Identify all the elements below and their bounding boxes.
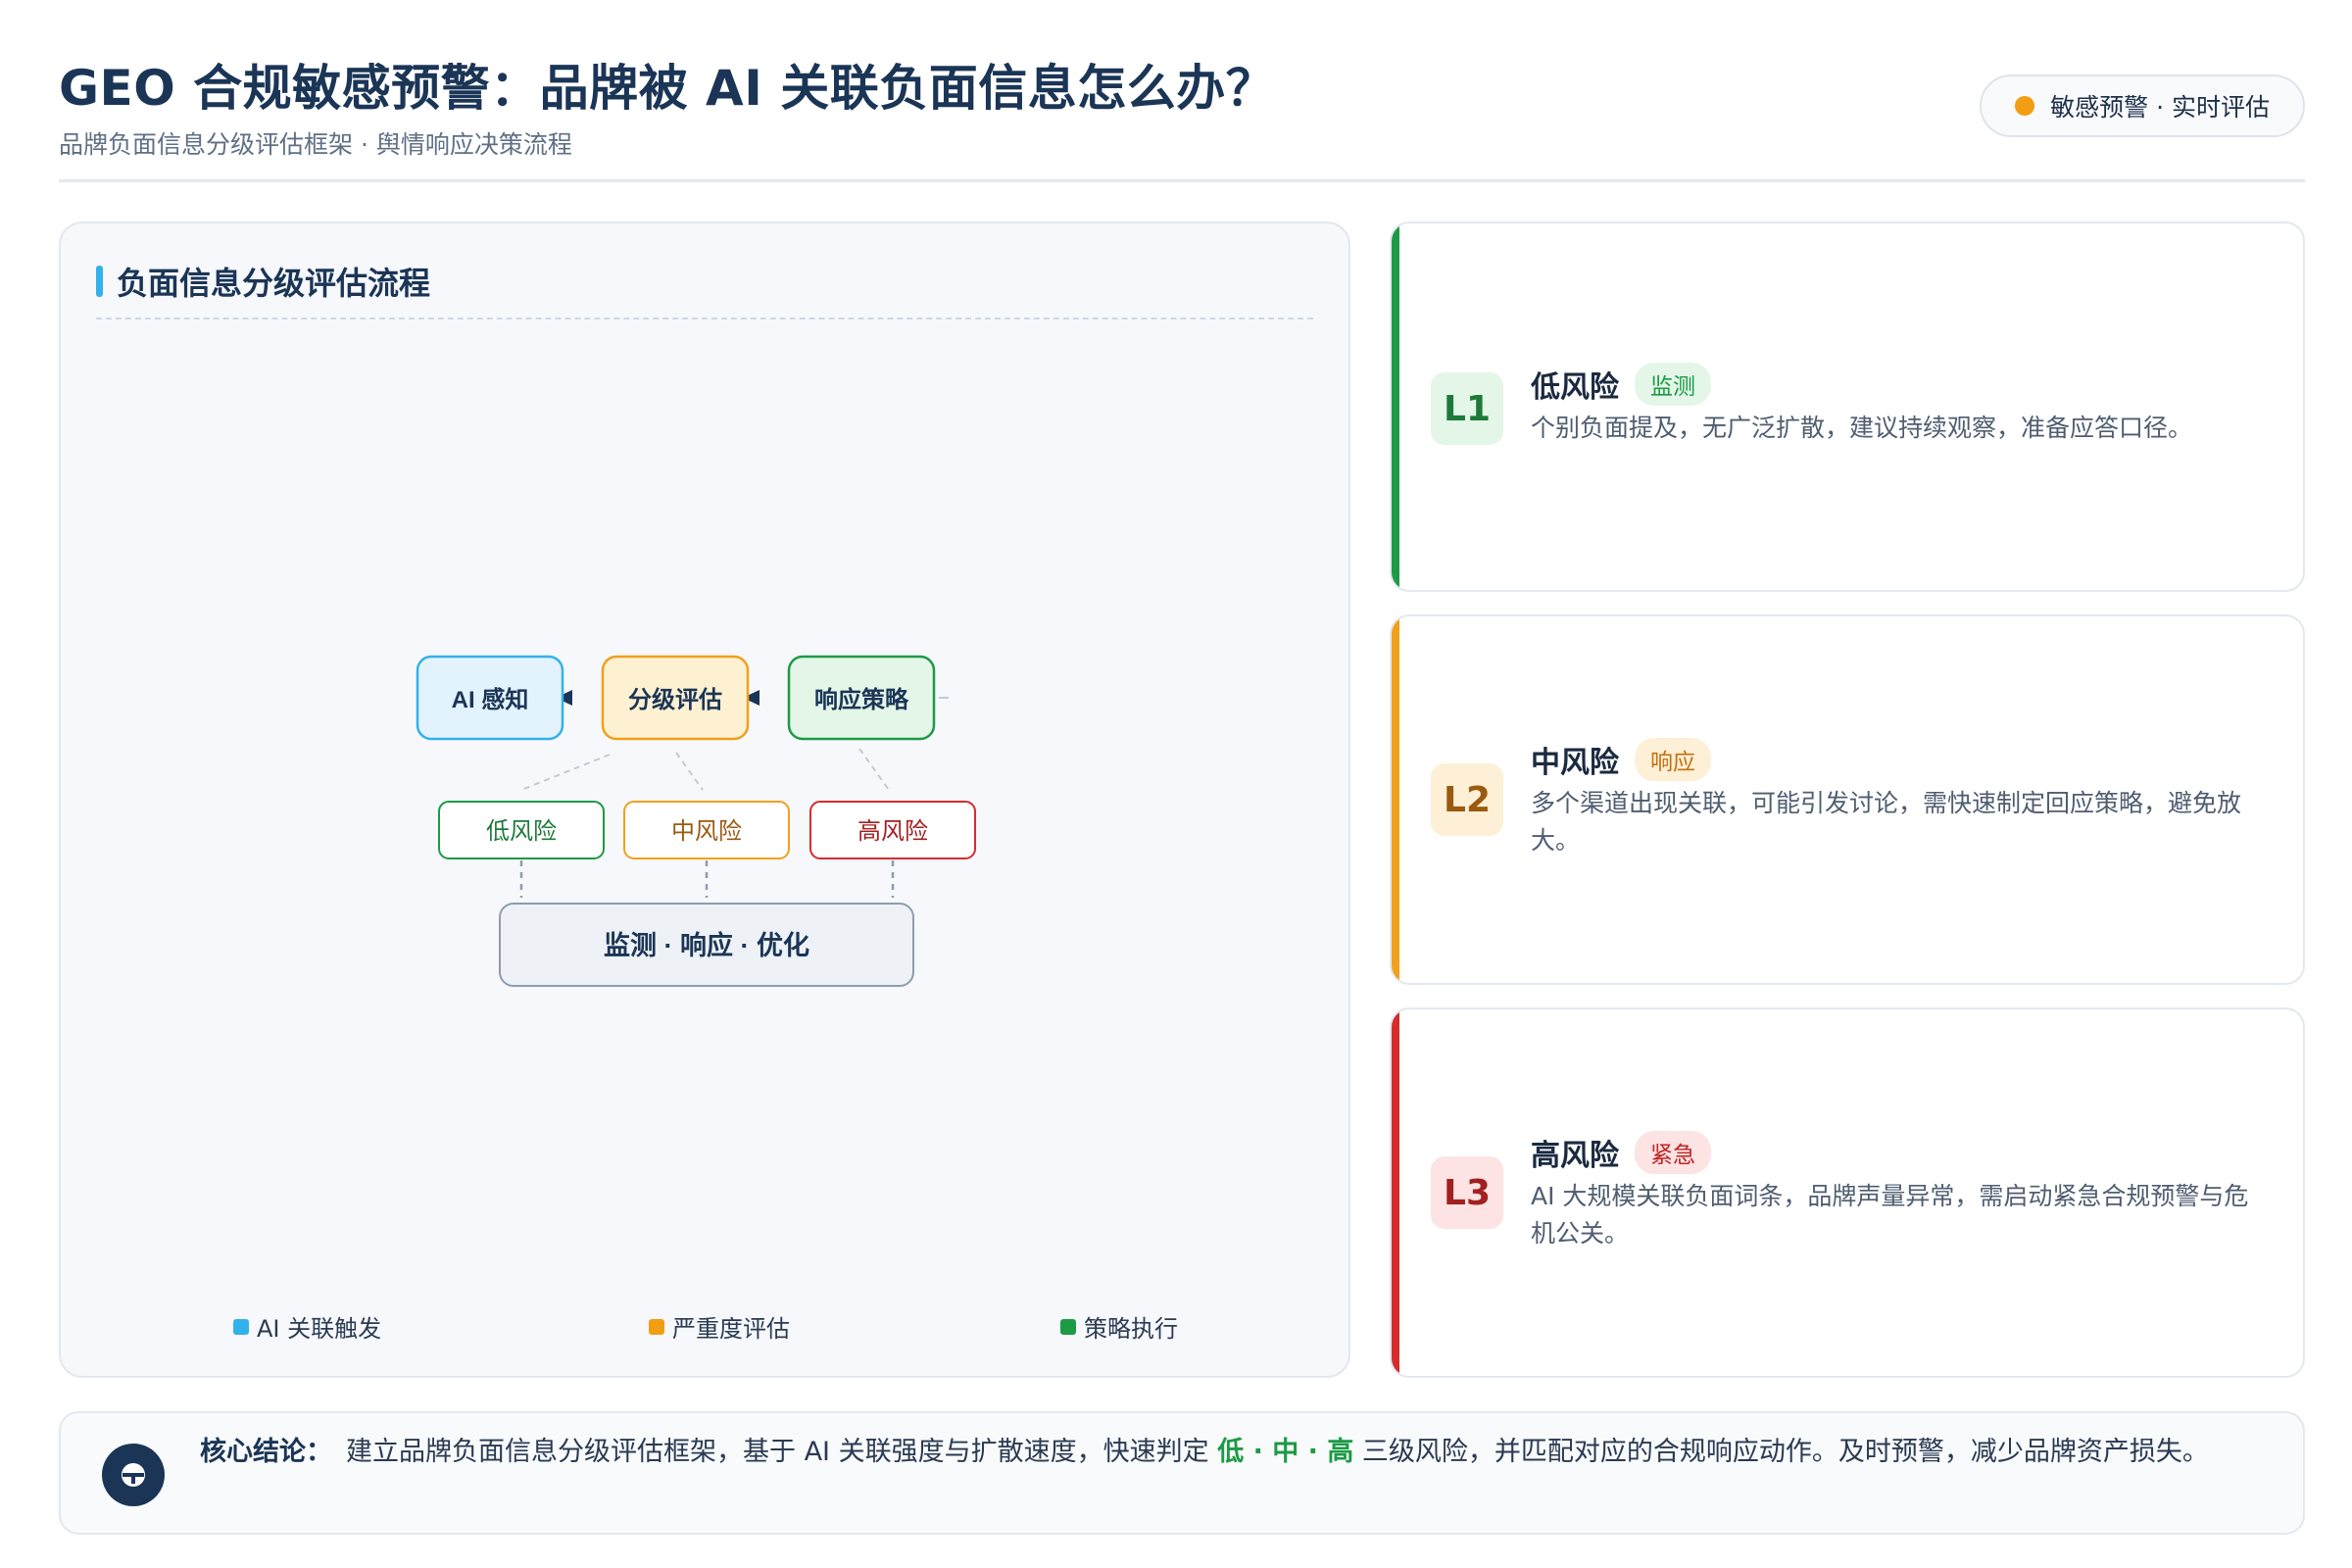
risk-mid-label: 中风险 xyxy=(671,818,742,845)
level-code: L3 xyxy=(1431,1156,1503,1229)
node-ai-sense-label: AI 感知 xyxy=(452,686,529,713)
node-assess-label: 分级评估 xyxy=(628,686,722,713)
connector-assess-mid xyxy=(675,752,704,791)
level-desc: AI 大规模关联负面词条，品牌声量异常，需启动紧急合规预警与危机公关。 xyxy=(1531,1182,2249,1248)
level-name: 中风险 xyxy=(1531,746,1619,780)
connector-assess-low xyxy=(520,754,611,791)
alert-dot-icon xyxy=(2015,96,2035,116)
conclusion-text: 核心结论： 建立品牌负面信息分级评估框架，基于 AI 关联强度与扩散速度，快速判定… xyxy=(200,1433,2244,1472)
level-stripe xyxy=(1392,616,1399,983)
conclusion-levels: 低 · 中 · 高 xyxy=(1217,1437,1354,1467)
level-name: 低风险 xyxy=(1531,370,1619,405)
level-code: L2 xyxy=(1431,763,1503,836)
level-tag: 响应 xyxy=(1635,738,1711,781)
level-tag: 监测 xyxy=(1635,363,1711,406)
level-card-l2: L2 中风险 响应 多个渠道出现关联，可能引发讨论，需快速制定回应策略，避免放大… xyxy=(1390,614,2305,985)
level-tag: 紧急 xyxy=(1635,1131,1711,1174)
risk-high-label: 高风险 xyxy=(858,818,928,845)
conclusion-body-end: 三级风险，并匹配对应的合规响应动作。及时预警，减少品牌资产损失。 xyxy=(1361,1437,2209,1467)
level-name: 高风险 xyxy=(1531,1139,1619,1173)
legend-label: AI 关联触发 xyxy=(257,1315,382,1343)
connector-strategy-high xyxy=(858,748,890,791)
legend-item: 策略执行 xyxy=(1060,1309,1178,1344)
legend-item: 严重度评估 xyxy=(649,1309,790,1344)
level-stripe xyxy=(1392,1009,1399,1376)
page-subtitle: 品牌负面信息分级评估框架 · 舆情响应决策流程 xyxy=(59,130,572,159)
status-badge: 敏感预警 · 实时评估 xyxy=(1980,74,2305,137)
risk-low-label: 低风险 xyxy=(486,818,557,845)
page-title: GEO 合规敏感预警：品牌被 AI 关联负面信息怎么办？ xyxy=(59,60,1276,117)
flow-panel: 负面信息分级评估流程 AI 感知 分级评估 响应策略 低风险 中风险 高风险 监… xyxy=(59,221,1350,1378)
shield-icon-glyph xyxy=(122,1463,145,1487)
legend-swatch xyxy=(1060,1318,1076,1335)
level-code: L1 xyxy=(1431,372,1503,445)
level-stripe xyxy=(1392,223,1399,590)
legend-swatch xyxy=(233,1318,249,1335)
level-desc: 个别负面提及，无广泛扩散，建议持续观察，准备应答口径。 xyxy=(1531,414,2193,442)
conclusion-body-start: 建立品牌负面信息分级评估框架，基于 AI 关联强度与扩散速度，快速判定 xyxy=(346,1437,1209,1467)
conclusion-box: 核心结论： 建立品牌负面信息分级评估框架，基于 AI 关联强度与扩散速度，快速判定… xyxy=(59,1411,2305,1535)
level-head: 低风险 监测 xyxy=(1531,363,1711,406)
bottom-loop-label: 监测 · 响应 · 优化 xyxy=(604,930,809,960)
shield-icon xyxy=(102,1444,165,1506)
legend-label: 策略执行 xyxy=(1084,1315,1178,1343)
legend-label: 严重度评估 xyxy=(672,1315,790,1343)
level-head: 高风险 紧急 xyxy=(1531,1131,1711,1174)
legend-item: AI 关联触发 xyxy=(233,1309,381,1344)
conclusion-label: 核心结论： xyxy=(200,1437,332,1467)
level-desc: 多个渠道出现关联，可能引发讨论，需快速制定回应策略，避免放大。 xyxy=(1531,789,2242,855)
status-badge-label: 敏感预警 · 实时评估 xyxy=(2050,93,2270,122)
level-card-l3: L3 高风险 紧急 AI 大规模关联负面词条，品牌声量异常，需启动紧急合规预警与… xyxy=(1390,1007,2305,1378)
level-card-l1: L1 低风险 监测 个别负面提及，无广泛扩散，建议持续观察，准备应答口径。 xyxy=(1390,221,2305,592)
legend-swatch xyxy=(649,1318,664,1335)
flow-diagram: AI 感知 分级评估 响应策略 低风险 中风险 高风险 监测 · 响应 · 优化 xyxy=(416,655,976,987)
level-head: 中风险 响应 xyxy=(1531,738,1711,781)
node-strategy-label: 响应策略 xyxy=(814,686,909,713)
header: GEO 合规敏感预警：品牌被 AI 关联负面信息怎么办？ 品牌负面信息分级评估框… xyxy=(59,53,2305,182)
